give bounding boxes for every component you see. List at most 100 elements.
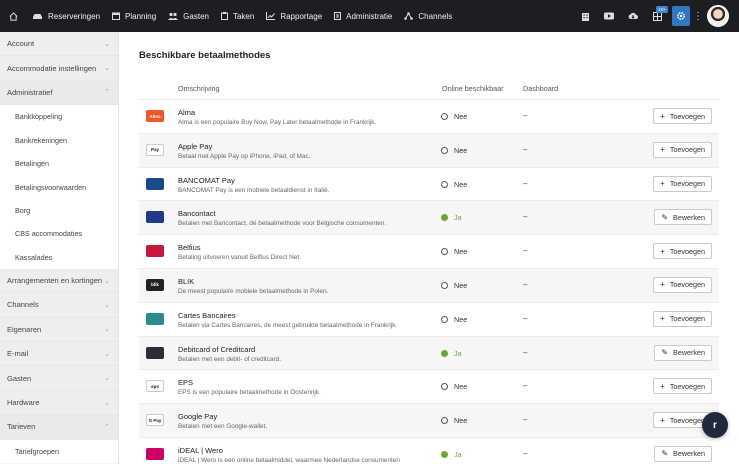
sidebar-item-label: Accommodatie instellingen [7,63,97,73]
sidebar-item-label: Channels [7,300,39,310]
chevron-down-icon: ⌄ [104,301,110,309]
sidebar-item-tarieven[interactable]: Tarieven ⌃ [0,415,118,440]
chevron-down-icon: ⌄ [104,277,110,285]
sidebar-subitem-betalingen[interactable]: Betalingen [0,151,118,176]
dashboard-value: – [523,144,528,154]
avatar[interactable] [707,5,729,27]
nav-label: Channels [418,11,453,21]
sidebar-subitem-tariefgroepen[interactable]: Tariefgroepen [0,439,118,464]
nav-channels[interactable]: Channels [398,0,458,32]
sidebar-item-accommodatie[interactable]: Accommodatie instellingen ⌄ [0,56,118,81]
nav-administratie[interactable]: Administratie [328,0,398,32]
video-icon[interactable] [597,0,621,32]
button-label: Bewerken [673,212,705,222]
status-dot-icon [441,450,448,458]
online-status: Nee [441,247,467,256]
nav-gasten[interactable]: Gasten [162,0,215,32]
notifications-button[interactable]: 10+ [645,0,669,32]
sidebar-item-label: Account [7,39,35,49]
chevron-up-icon: ⌃ [104,89,110,97]
sidebar-item-administratief[interactable]: Administratief ⌃ [0,80,118,106]
chevron-down-icon: ⌄ [104,350,110,358]
online-status: Nee [441,112,467,121]
dashboard-value: – [523,246,528,256]
page-title: Beschikbare betaalmethodes [139,50,271,61]
logo-text: Alma [149,113,161,119]
payment-method-description: BANCOMAT Pay is een mobiele betaaldienst… [178,186,330,194]
status-dot-icon [441,113,448,120]
sidebar-item-eigenaren[interactable]: Eigenaren ⌄ [0,317,118,343]
edit-button[interactable]: ✎ Bewerken [654,344,712,361]
edit-button[interactable]: ✎ Bewerken [654,209,712,226]
add-button[interactable]: + Toevoegen [653,243,712,260]
status-dot-icon [441,248,448,256]
table-row: blik BLIK De meest populaire mobiele betaa… [139,267,719,302]
gear-icon [677,12,685,20]
sidebar-subitem-betalingsvoorwaarden[interactable]: Betalingsvoorwaarden [0,175,118,199]
payment-logo-icon [146,312,164,325]
sidebar-subitem-bankrekeningen[interactable]: Bankrekeningen [0,128,118,152]
pencil-icon: ✎ [661,348,669,358]
sidebar-subitem-cbs[interactable]: CBS accommodaties [0,222,118,246]
payment-logo-icon [146,245,164,258]
button-label: Toevoegen [669,145,705,155]
sidebar-item-gasten[interactable]: Gasten ⌄ [0,366,118,391]
nav-reserveringen[interactable]: Reserveringen [26,0,106,32]
table-row: Cartes Bancaires Betalen via Cartes Banca… [139,301,719,336]
nav-label: Reserveringen [48,11,101,21]
button-label: Toevoegen [669,111,705,121]
sidebar-item-account[interactable]: Account ⌄ [0,32,118,57]
more-menu-icon[interactable]: ⋮ [693,11,703,22]
logo-text: Pay [150,147,159,153]
sidebar-item-arrangementen[interactable]: Arrangementen en kortingen ⌄ [0,268,118,294]
add-button[interactable]: + Toevoegen [653,276,712,293]
logo-text: blik [151,282,159,288]
sidebar-item-label: E-mail [7,349,29,359]
clipboard-icon [220,12,228,20]
button-label: Toevoegen [669,415,705,425]
status-dot-icon [441,383,448,391]
nav-label: Taken [232,11,255,21]
status-label: Nee [454,314,468,324]
payment-logo-icon: G Pay [146,414,164,427]
sidebar-item-channels[interactable]: Channels ⌄ [0,293,118,318]
sidebar-item-label: Hardware [7,398,40,408]
home-icon[interactable] [0,0,26,32]
button-label: Toevoegen [669,179,705,189]
settings-button[interactable] [672,6,690,26]
payment-method-description: Betalen via Cartes Bancaires, de meest g… [178,321,398,329]
building-icon[interactable] [573,0,597,32]
sidebar-item-hardware[interactable]: Hardware ⌄ [0,390,118,416]
online-status: Ja [441,349,462,358]
add-button[interactable]: + Toevoegen [653,108,712,124]
status-label: Nee [454,145,468,155]
add-button[interactable]: + Toevoegen [653,141,712,158]
dashboard-value: – [523,415,528,425]
sidebar-item-label: Gasten [7,373,32,383]
chat-support-button[interactable]: r [702,412,728,438]
nav-planning[interactable]: Planning [106,0,162,32]
chevron-down-icon: ⌄ [104,375,110,383]
payment-logo-icon: Alma [146,110,164,122]
sidebar-item-email[interactable]: E-mail ⌄ [0,342,118,367]
sidebar-subitem-borg[interactable]: Borg [0,198,118,223]
sidebar-subitem-bankkoppeling[interactable]: Bankkoppeling [0,105,118,129]
chart-icon [266,12,276,20]
plus-icon: + [660,415,665,425]
sidebar-subitem-kassalades[interactable]: Kassalades [0,245,118,269]
pencil-icon: ✎ [661,212,669,222]
add-button[interactable]: + Toevoegen [653,310,712,327]
nav-rapportage[interactable]: Rapportage [260,0,328,32]
online-status: Nee [441,146,467,155]
status-dot-icon [441,349,448,357]
add-button[interactable]: + Toevoegen [653,378,712,395]
add-button[interactable]: + Toevoegen [653,175,712,192]
table-row: Debitcard of Creditcard Betalen met een d… [139,335,719,370]
edit-button[interactable]: ✎ Bewerken [654,445,712,462]
sidebar-item-label: Administratief [7,87,53,97]
cloud-download-icon[interactable] [621,0,645,32]
nav-taken[interactable]: Taken [215,0,260,32]
payment-logo-icon: eps [146,380,164,393]
button-label: Toevoegen [669,314,705,324]
dashboard-value: – [523,448,528,458]
